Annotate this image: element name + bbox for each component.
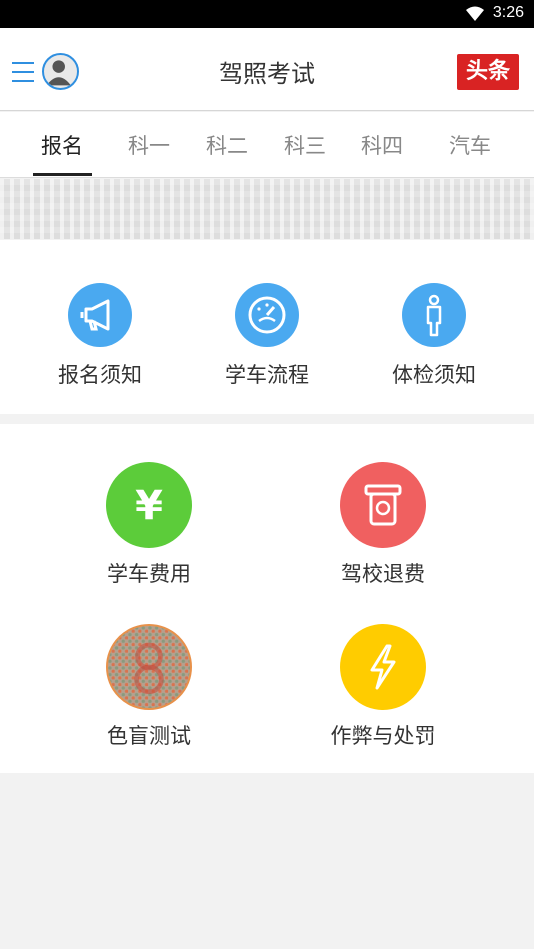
page-title: 驾照考试 (219, 60, 315, 88)
color-blind-test-label: 色盲测试 (107, 724, 191, 748)
learning-process-item[interactable]: 学车流程 (212, 283, 322, 389)
lightning-icon (340, 624, 426, 710)
toutiao-button[interactable]: 头条 (457, 54, 519, 90)
cheating-penalty-label: 作弊与处罚 (330, 724, 436, 748)
learning-fees-label: 学车费用 (107, 562, 191, 586)
learning-process-label: 学车流程 (225, 363, 309, 387)
person-icon (402, 283, 466, 347)
tab-subject-3[interactable]: 科三 (284, 130, 326, 160)
school-refund-item[interactable]: 驾校退费 (328, 462, 438, 588)
school-refund-label: 驾校退费 (341, 562, 425, 586)
color-blind-test-item[interactable]: 色盲测试 (94, 624, 204, 750)
tab-bar: 报名 科一 科二 科三 科四 汽车 (0, 112, 534, 178)
tab-subject-1[interactable]: 科一 (128, 130, 170, 160)
app-bar: 驾照考试 头条 (0, 28, 534, 111)
status-bar: 3:26 (0, 0, 534, 28)
tab-subject-4[interactable]: 科四 (361, 130, 403, 160)
signup-info-panel: 报名须知 学车流程 体检须知 (0, 240, 534, 414)
refund-card-icon (340, 462, 426, 548)
cheating-penalty-item[interactable]: 作弊与处罚 (317, 624, 449, 750)
color-blind-test-icon (106, 624, 192, 710)
medical-check-item[interactable]: 体检须知 (379, 283, 489, 389)
svg-text:¥: ¥ (135, 483, 163, 529)
megaphone-icon (68, 283, 132, 347)
wifi-icon (466, 6, 484, 21)
signup-notice-item[interactable]: 报名须知 (45, 283, 155, 389)
fees-panel: ¥ 学车费用 驾校退费 色盲测试 作弊与处罚 (0, 424, 534, 773)
medical-check-label: 体检须知 (392, 363, 476, 387)
learning-fees-item[interactable]: ¥ 学车费用 (94, 462, 204, 588)
tab-signup[interactable]: 报名 (41, 130, 83, 160)
tab-car[interactable]: 汽车 (449, 130, 491, 160)
speedometer-icon (235, 283, 299, 347)
banner-image[interactable] (0, 179, 534, 239)
tab-indicator (33, 173, 92, 176)
signup-notice-label: 报名须知 (58, 363, 142, 387)
yen-icon: ¥ (106, 462, 192, 548)
status-time: 3:26 (492, 4, 524, 21)
tab-subject-2[interactable]: 科二 (206, 130, 248, 160)
